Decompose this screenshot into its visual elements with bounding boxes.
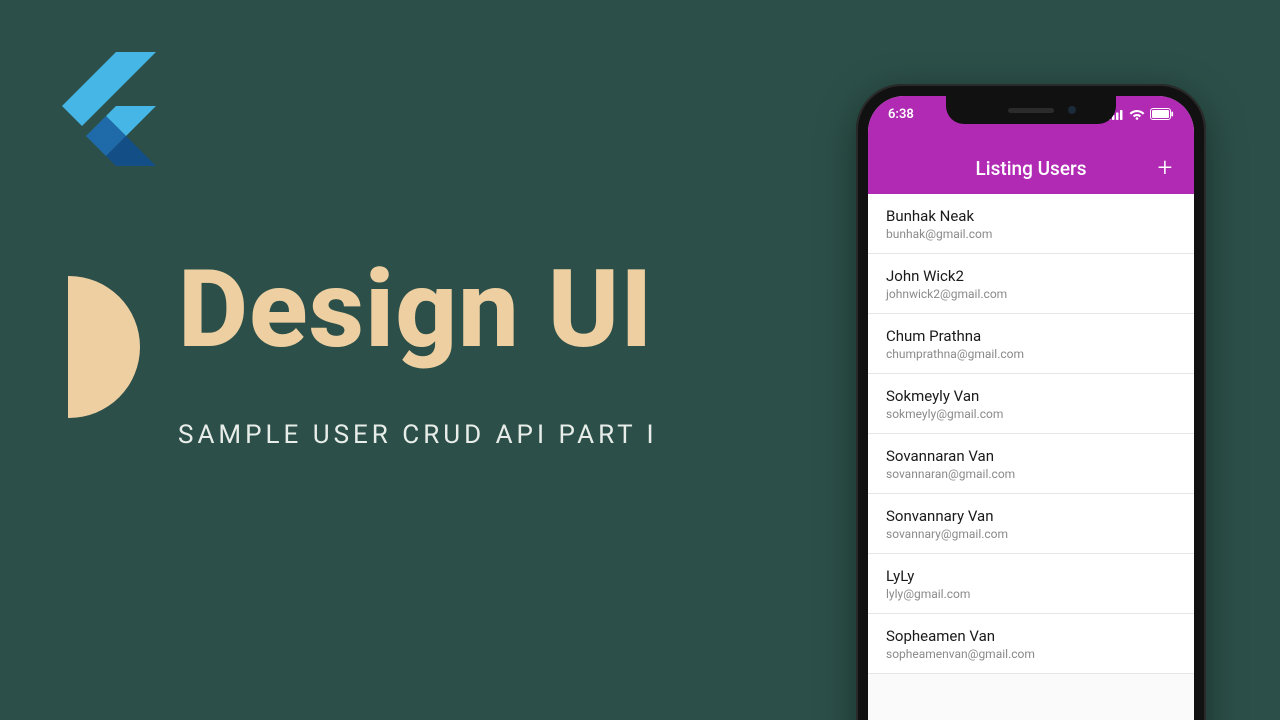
slide-stage: Design UI SAMPLE USER CRUD API PART I 6:…: [0, 0, 1280, 720]
user-name: LyLy: [886, 567, 1176, 585]
list-empty-tail: [868, 674, 1194, 720]
phone-frame: 6:38 Listing Users: [856, 84, 1206, 720]
list-item[interactable]: Sokmeyly Van sokmeyly@gmail.com: [868, 374, 1194, 434]
plus-icon: +: [1158, 153, 1173, 183]
add-user-button[interactable]: +: [1150, 153, 1180, 183]
user-name: John Wick2: [886, 267, 1176, 285]
list-item[interactable]: Sonvannary Van sovannary@gmail.com: [868, 494, 1194, 554]
user-name: Sokmeyly Van: [886, 387, 1176, 405]
user-name: Sonvannary Van: [886, 507, 1176, 525]
phone-notch: [946, 96, 1116, 124]
list-item[interactable]: John Wick2 johnwick2@gmail.com: [868, 254, 1194, 314]
user-email: bunhak@gmail.com: [886, 227, 1176, 241]
user-email: sopheamenvan@gmail.com: [886, 647, 1176, 661]
subtitle: SAMPLE USER CRUD API PART I: [178, 420, 658, 450]
user-list: Bunhak Neak bunhak@gmail.com John Wick2 joh…: [868, 194, 1194, 674]
list-item[interactable]: Chum Prathna chumprathna@gmail.com: [868, 314, 1194, 374]
user-email: chumprathna@gmail.com: [886, 347, 1176, 361]
appbar-title: Listing Users: [975, 157, 1086, 180]
list-item[interactable]: Sovannaran Van sovannaran@gmail.com: [868, 434, 1194, 494]
battery-full-icon: [1150, 108, 1174, 120]
decorative-half-circle: [68, 276, 140, 418]
user-name: Chum Prathna: [886, 327, 1176, 345]
phone-screen: 6:38 Listing Users: [868, 96, 1194, 720]
user-email: sokmeyly@gmail.com: [886, 407, 1176, 421]
user-email: sovannary@gmail.com: [886, 527, 1176, 541]
user-email: lyly@gmail.com: [886, 587, 1176, 601]
user-email: johnwick2@gmail.com: [886, 287, 1176, 301]
list-item[interactable]: Sopheamen Van sopheamenvan@gmail.com: [868, 614, 1194, 674]
app-bar: Listing Users +: [868, 142, 1194, 194]
user-email: sovannaran@gmail.com: [886, 467, 1176, 481]
list-item[interactable]: Bunhak Neak bunhak@gmail.com: [868, 194, 1194, 254]
user-name: Sopheamen Van: [886, 627, 1176, 645]
wifi-icon: [1129, 108, 1145, 120]
user-name: Sovannaran Van: [886, 447, 1176, 465]
flutter-logo: [56, 52, 156, 172]
list-item[interactable]: LyLy lyly@gmail.com: [868, 554, 1194, 614]
status-time: 6:38: [888, 107, 914, 122]
headline: Design UI: [178, 254, 653, 367]
user-name: Bunhak Neak: [886, 207, 1176, 225]
